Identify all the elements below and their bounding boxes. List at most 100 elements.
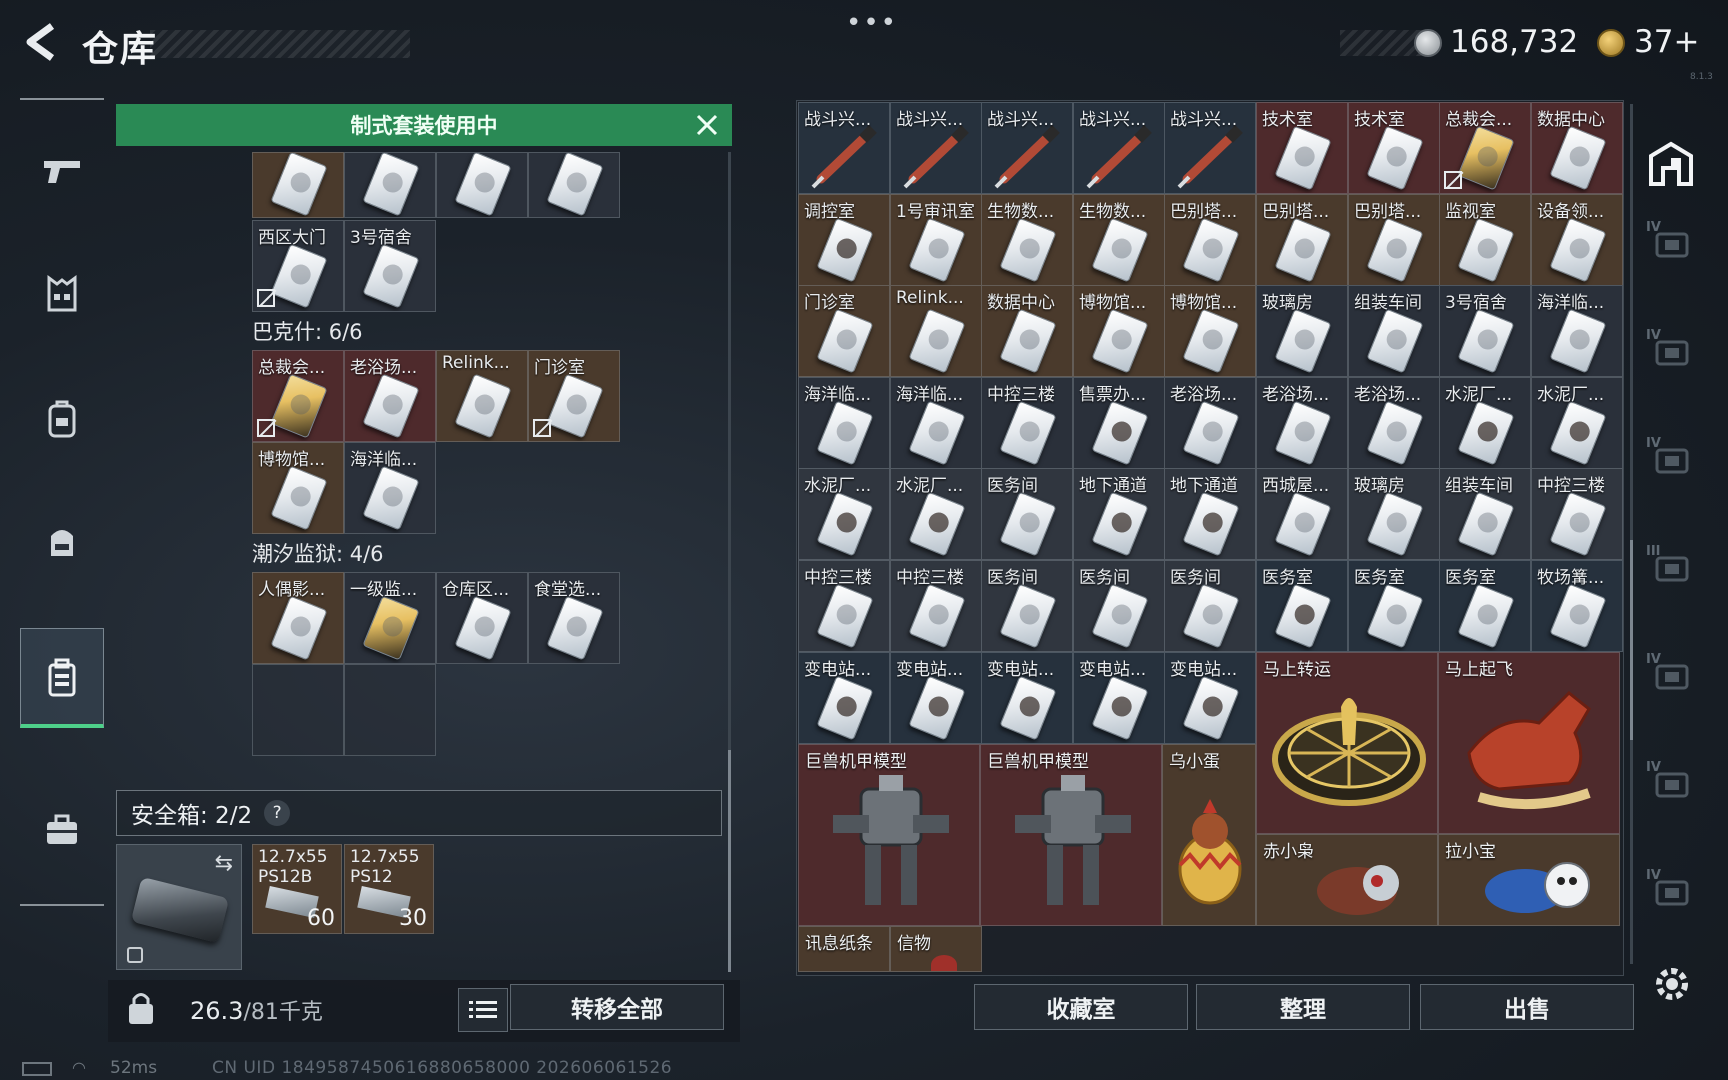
keycard-slot[interactable]: [344, 152, 436, 218]
nav-backpack[interactable]: [20, 368, 104, 468]
item-horse-wheel[interactable]: 马上转运: [1256, 652, 1438, 834]
stash-item[interactable]: 医务室: [1256, 560, 1348, 652]
stash-item[interactable]: 博物馆...: [1164, 285, 1256, 377]
keycard-slot[interactable]: 食堂选...: [528, 572, 620, 664]
keycard-slot[interactable]: 海洋临...: [344, 442, 436, 534]
keycard-slot[interactable]: 3号宿舍: [344, 220, 436, 312]
stash-item[interactable]: 老浴场...: [1256, 377, 1348, 469]
item-owl-figure[interactable]: 赤小枭: [1256, 834, 1438, 926]
stash-item[interactable]: 水泥厂...: [1439, 377, 1531, 469]
item-egg-figure[interactable]: 乌小蛋: [1162, 744, 1256, 926]
ammo-item[interactable]: 12.7x55 PS12B 60: [252, 844, 342, 934]
stash-item[interactable]: 3号宿舍: [1439, 285, 1531, 377]
keycard-slot[interactable]: [528, 152, 620, 218]
stash-item[interactable]: 监视室: [1439, 194, 1531, 286]
gear-icon[interactable]: [1650, 962, 1694, 1006]
stash-item[interactable]: 巴别塔...: [1348, 194, 1440, 286]
more-options-icon[interactable]: •••: [846, 8, 898, 38]
keycard-slot[interactable]: 博物馆...: [252, 442, 344, 534]
stash-item[interactable]: 中控三楼: [890, 560, 982, 652]
close-icon[interactable]: [690, 108, 724, 142]
stash-item[interactable]: 玻璃房: [1256, 285, 1348, 377]
nav-stash-home[interactable]: [1640, 128, 1702, 198]
keycard-slot[interactable]: 一级监...: [344, 572, 436, 664]
gold-currency-amount[interactable]: 37+: [1634, 24, 1699, 60]
stash-item[interactable]: 水泥厂...: [1531, 377, 1623, 469]
stash-item[interactable]: 变电站...: [1073, 652, 1165, 744]
stash-item[interactable]: 水泥厂...: [798, 468, 890, 560]
sort-button[interactable]: 整理: [1196, 984, 1410, 1030]
stash-item[interactable]: 海洋临...: [1531, 285, 1623, 377]
item-mech-model[interactable]: 巨兽机甲模型: [980, 744, 1162, 926]
sell-button[interactable]: 出售: [1420, 984, 1634, 1030]
stash-item[interactable]: 组装车间: [1348, 285, 1440, 377]
stash-item[interactable]: 玻璃房: [1348, 468, 1440, 560]
stash-item[interactable]: 中控三楼: [1531, 468, 1623, 560]
nav-tier-category[interactable]: IV: [1640, 208, 1702, 278]
item-token[interactable]: 信物: [890, 926, 982, 972]
nav-briefcase[interactable]: [20, 780, 104, 880]
nav-tier-category[interactable]: IV: [1640, 748, 1702, 818]
keycard-slot[interactable]: 西区大门: [252, 220, 344, 312]
stash-item[interactable]: 医务间: [981, 468, 1073, 560]
item-pull-figure[interactable]: 拉小宝: [1438, 834, 1620, 926]
stash-item[interactable]: 水泥厂...: [890, 468, 982, 560]
safe-box-slot[interactable]: ⇆: [116, 844, 242, 970]
stash-item[interactable]: 变电站...: [1164, 652, 1256, 744]
keycard-slot[interactable]: 总裁会...: [252, 350, 344, 442]
stash-item[interactable]: 数据中心: [1531, 102, 1623, 194]
stash-item[interactable]: 医务间: [1073, 560, 1165, 652]
stash-item[interactable]: 1号审讯室: [890, 194, 982, 286]
nav-rig[interactable]: [20, 492, 104, 592]
stash-item[interactable]: 调控室: [798, 194, 890, 286]
stash-item[interactable]: 巴别塔...: [1164, 194, 1256, 286]
stash-item[interactable]: 战斗兴...: [1164, 102, 1256, 194]
stash-item[interactable]: 技术室: [1256, 102, 1348, 194]
nav-weapons[interactable]: [20, 120, 104, 220]
help-icon[interactable]: ?: [264, 800, 291, 826]
collection-room-button[interactable]: 收藏室: [974, 984, 1188, 1030]
stash-item[interactable]: 医务间: [981, 560, 1073, 652]
stash-item[interactable]: 海洋临...: [798, 377, 890, 469]
stash-item[interactable]: 地下通道: [1164, 468, 1256, 560]
stash-item[interactable]: 战斗兴...: [798, 102, 890, 194]
ammo-item[interactable]: 12.7x55 PS12 30: [344, 844, 434, 934]
stash-item[interactable]: 医务室: [1348, 560, 1440, 652]
stash-item[interactable]: 中控三楼: [798, 560, 890, 652]
right-scrollbar-thumb[interactable]: [1630, 540, 1633, 740]
nav-tier-category[interactable]: IV: [1640, 424, 1702, 494]
stash-item[interactable]: 老浴场...: [1348, 377, 1440, 469]
item-horse-fly[interactable]: 马上起飞: [1438, 652, 1620, 834]
empty-slot[interactable]: [344, 664, 436, 756]
stash-item[interactable]: 牧场篝...: [1531, 560, 1623, 652]
nav-tier-category[interactable]: IV: [1640, 856, 1702, 926]
stash-item[interactable]: 组装车间: [1439, 468, 1531, 560]
empty-slot[interactable]: [252, 664, 344, 756]
keycard-slot[interactable]: [436, 152, 528, 218]
stash-item[interactable]: 战斗兴...: [981, 102, 1073, 194]
stash-item[interactable]: 西城屋...: [1256, 468, 1348, 560]
stash-item[interactable]: 变电站...: [890, 652, 982, 744]
list-view-button[interactable]: [458, 988, 508, 1032]
stash-item[interactable]: 售票办...: [1073, 377, 1165, 469]
nav-tier-category[interactable]: IV: [1640, 640, 1702, 710]
keycard-slot[interactable]: 老浴场...: [344, 350, 436, 442]
stash-item[interactable]: 医务间: [1164, 560, 1256, 652]
stash-item[interactable]: 变电站...: [981, 652, 1073, 744]
stash-item[interactable]: 数据中心: [981, 285, 1073, 377]
stash-item[interactable]: 生物数...: [1073, 194, 1165, 286]
stash-item[interactable]: 总裁会...: [1439, 102, 1531, 194]
keycard-slot[interactable]: 门诊室: [528, 350, 620, 442]
stash-item[interactable]: 巴别塔...: [1256, 194, 1348, 286]
nav-keycard-case[interactable]: [20, 628, 104, 728]
right-scrollbar-track[interactable]: [1630, 104, 1633, 964]
swap-icon[interactable]: ⇆: [215, 851, 233, 876]
keycard-slot[interactable]: 人偶影...: [252, 572, 344, 664]
item-mech-model[interactable]: 巨兽机甲模型: [798, 744, 980, 926]
stash-item[interactable]: 医务室: [1439, 560, 1531, 652]
stash-item[interactable]: 海洋临...: [890, 377, 982, 469]
left-scrollbar-thumb[interactable]: [728, 750, 731, 972]
nav-armor[interactable]: [20, 244, 104, 344]
stash-item[interactable]: 技术室: [1348, 102, 1440, 194]
stash-item[interactable]: 战斗兴...: [1073, 102, 1165, 194]
